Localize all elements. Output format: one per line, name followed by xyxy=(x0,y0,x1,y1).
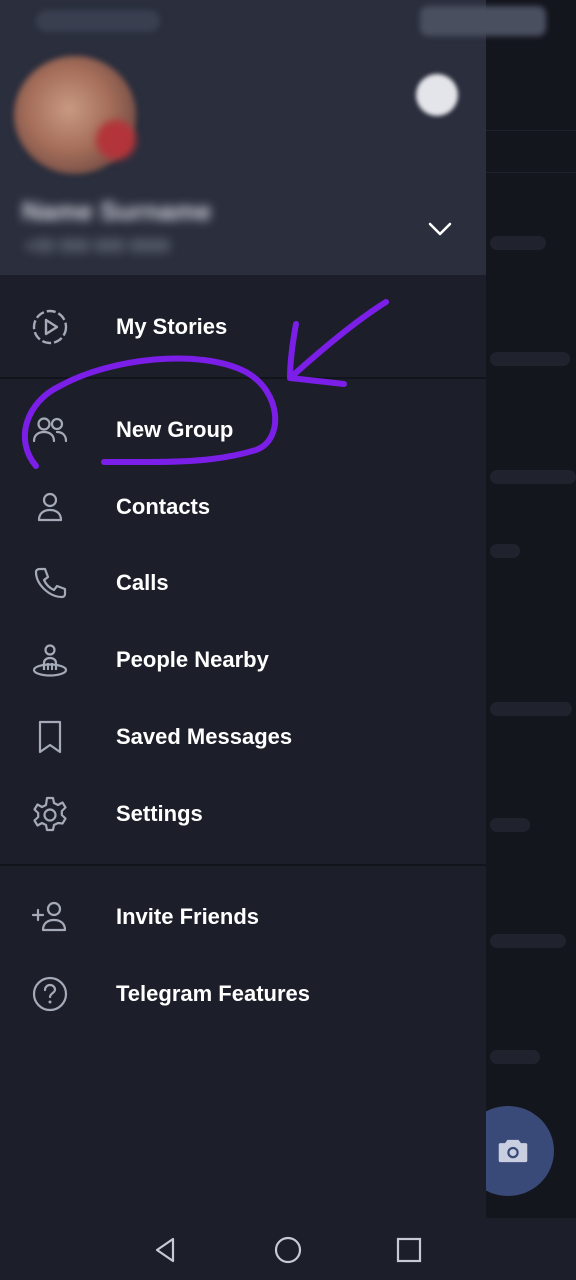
phone-icon xyxy=(28,561,72,605)
drawer-header: Name Surname +00 000 000 0000 xyxy=(0,0,546,275)
home-button[interactable] xyxy=(270,1232,306,1268)
menu-item-label: Settings xyxy=(116,801,203,826)
menu-item-label: Calls xyxy=(116,570,169,595)
status-bar-icons xyxy=(420,6,546,36)
menu-item-saved-messages[interactable]: Saved Messages xyxy=(0,700,486,774)
add-person-icon xyxy=(28,895,72,939)
recents-button[interactable] xyxy=(391,1232,427,1268)
menu-item-my-stories[interactable]: My Stories xyxy=(0,290,486,364)
divider xyxy=(0,864,486,866)
menu-item-settings[interactable]: Settings xyxy=(0,777,486,851)
menu-item-label: Invite Friends xyxy=(116,904,260,929)
gear-icon xyxy=(28,792,72,836)
navigation-drawer: Name Surname +00 000 000 0000 My Stories xyxy=(0,0,546,1218)
recents-square-icon xyxy=(396,1237,422,1263)
account-switch-button[interactable] xyxy=(420,212,460,246)
menu-item-contacts[interactable]: Contacts xyxy=(0,470,486,544)
chat-preview xyxy=(490,236,546,250)
chat-preview xyxy=(490,818,530,832)
people-nearby-icon xyxy=(28,638,72,682)
divider xyxy=(486,130,576,131)
back-triangle-icon xyxy=(155,1237,175,1263)
user-name: Name Surname xyxy=(22,196,212,226)
home-circle-icon xyxy=(274,1236,302,1264)
menu-item-calls[interactable]: Calls xyxy=(0,546,486,620)
theme-toggle-icon[interactable] xyxy=(416,74,458,116)
camera-icon xyxy=(498,1139,528,1163)
chat-preview xyxy=(490,1050,540,1064)
menu-item-label: Contacts xyxy=(116,494,211,519)
avatar-decoration xyxy=(96,120,136,160)
question-icon xyxy=(28,972,72,1016)
chat-preview xyxy=(490,352,570,366)
menu-item-label: Telegram Features xyxy=(116,981,311,1006)
stories-play-icon xyxy=(28,305,72,349)
back-button[interactable] xyxy=(148,1232,184,1268)
chat-preview xyxy=(490,702,572,716)
menu-item-invite-friends[interactable]: Invite Friends xyxy=(0,880,486,954)
chat-preview xyxy=(490,934,566,948)
divider xyxy=(486,172,576,173)
menu-item-label: New Group xyxy=(116,417,234,442)
user-phone: +00 000 000 0000 xyxy=(24,236,170,256)
menu-item-label: People Nearby xyxy=(116,647,269,672)
system-navigation-bar xyxy=(0,1218,576,1280)
menu-item-new-group[interactable]: New Group xyxy=(0,393,486,467)
menu-item-label: My Stories xyxy=(116,314,228,339)
status-bar-time xyxy=(36,10,160,32)
chat-preview xyxy=(490,544,520,558)
chevron-down-icon xyxy=(428,222,452,236)
chat-preview xyxy=(490,470,576,484)
menu-item-label: Saved Messages xyxy=(116,724,293,749)
divider xyxy=(0,377,486,379)
menu-item-people-nearby[interactable]: People Nearby xyxy=(0,623,486,697)
contact-person-icon xyxy=(28,485,72,529)
bookmark-icon xyxy=(28,715,72,759)
group-icon xyxy=(28,408,72,452)
menu-item-telegram-features[interactable]: Telegram Features xyxy=(0,957,486,1031)
